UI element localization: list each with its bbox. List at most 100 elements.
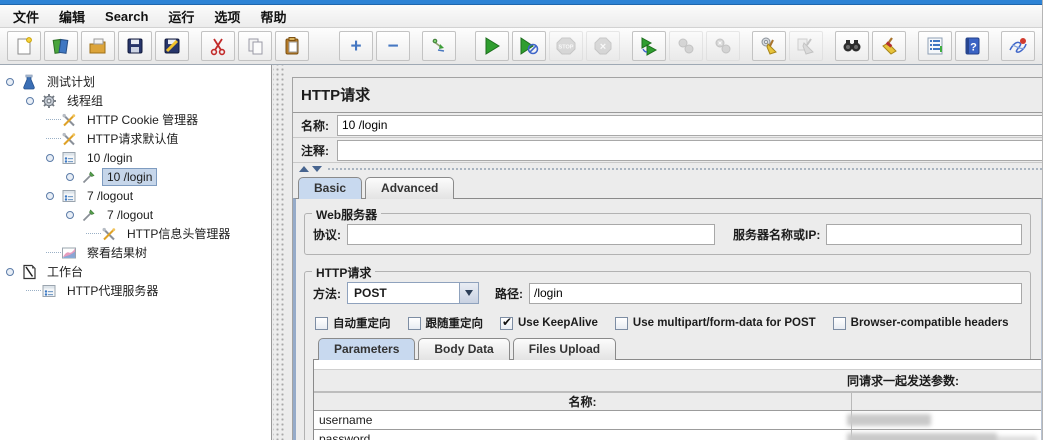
table-row-username[interactable]: username [314,411,1041,430]
splitter-dotted-line [328,167,1042,170]
http-sampler-icon [61,188,78,204]
new-file-icon [14,36,34,56]
toggle-icon [429,36,449,56]
tree-item-10-login-child-selected[interactable]: 10 /login [0,167,271,186]
tab-advanced[interactable]: Advanced [365,177,455,199]
open-button[interactable] [81,31,115,61]
graph-scribble-icon [1007,36,1029,56]
tree-item-http-cookie-manager[interactable]: HTTP Cookie 管理器 [0,110,271,129]
menu-help[interactable]: 帮助 [250,5,296,28]
tree-item-http-proxy-server[interactable]: HTTP代理服务器 [0,281,271,300]
tree-item-7-logout[interactable]: 7 /logout [0,186,271,205]
collapse-splitter[interactable] [293,163,1042,174]
tree-item-http-request-defaults[interactable]: HTTP请求默认值 [0,129,271,148]
collapse-up-icon[interactable] [299,165,309,172]
help-book-icon: ? [962,36,982,56]
name-input[interactable] [337,114,1042,136]
param-value-cell[interactable] [847,430,1041,440]
report-button[interactable] [1001,31,1035,61]
tree-item-http-header-manager[interactable]: HTTP信息头管理器 [0,224,271,243]
protocol-input[interactable] [347,224,715,245]
thread-group-icon [41,93,58,109]
param-name-cell[interactable]: password [314,430,852,440]
table-row-password[interactable]: password [314,430,1041,440]
collapse-down-icon[interactable] [312,165,322,172]
tab-body-data[interactable]: Body Data [418,338,510,360]
help-button[interactable]: ? [955,31,989,61]
config-tools-icon [101,226,118,242]
menu-file[interactable]: 文件 [3,5,49,28]
function-helper-button[interactable] [918,31,952,61]
browser-compatible-headers-checkbox[interactable]: Browser-compatible headers [832,316,1009,330]
svg-text:×: × [600,41,606,53]
method-label: 方法: [313,286,341,301]
expand-handle-icon [26,96,34,105]
tree-item-7-logout-child[interactable]: 7 /logout [0,205,271,224]
param-value-cell[interactable] [847,411,1041,429]
search-reset-button[interactable] [872,31,906,61]
templates-button[interactable] [44,31,78,61]
clear-all-broom-icon [795,36,817,56]
save-icon [125,36,145,56]
use-keepalive-checkbox[interactable]: Use KeepAlive [500,315,598,330]
redirect-automatically-checkbox[interactable]: 自动重定向 [315,315,391,331]
comment-input[interactable] [337,139,1042,161]
add-button[interactable]: + [339,31,373,61]
tab-parameters[interactable]: Parameters [318,338,416,360]
remote-shutdown-all-button[interactable] [706,31,740,61]
test-plan-icon [21,74,38,90]
remote-play-icon [639,36,659,56]
remote-start-all-button[interactable] [632,31,666,61]
clear-button[interactable] [752,31,786,61]
toggle-button[interactable] [422,31,456,61]
panel-splitter[interactable] [273,65,285,440]
shutdown-button[interactable]: × [586,31,620,61]
tree-item-thread-group[interactable]: 线程组 [0,91,271,110]
remote-shutdown-icon [713,36,733,56]
follow-redirects-checkbox[interactable]: 跟随重定向 [407,315,483,331]
menu-options[interactable]: 选项 [204,5,250,28]
multipart-form-data-checkbox[interactable]: Use multipart/form-data for POST [614,316,816,330]
clear-all-button[interactable] [789,31,823,61]
http-request-group: HTTP请求 方法: POST 路径: 自动重定向 跟随重定向 Use Kee [304,264,1041,440]
stop-button[interactable]: STOP [549,31,583,61]
path-input[interactable] [529,282,1022,304]
parameters-panel-spacer [314,360,1041,370]
server-name-input[interactable] [826,224,1022,245]
search-button[interactable] [835,31,869,61]
cut-button[interactable] [201,31,235,61]
tree-item-workbench[interactable]: 工作台 [0,262,271,281]
expand-handle-icon [46,153,54,162]
remove-button[interactable]: − [376,31,410,61]
tab-basic[interactable]: Basic [298,177,363,199]
tab-files-upload[interactable]: Files Upload [512,338,617,360]
menu-search[interactable]: Search [95,7,158,26]
tree-item-view-results-tree[interactable]: 察看结果树 [0,243,271,262]
column-header-name[interactable]: 名称: [314,393,852,410]
copy-button[interactable] [238,31,272,61]
parameters-table: 名称: username password [314,392,1041,440]
checkbox-icon [614,316,628,330]
save-as-icon [162,36,182,56]
tree-item-test-plan[interactable]: 测试计划 [0,72,271,91]
new-button[interactable] [7,31,41,61]
toolbar: + − STOP × ? [0,28,1042,65]
expand-handle-icon [66,172,74,181]
paste-button[interactable] [275,31,309,61]
basic-tab-panel: Web服务器 协议: 服务器名称或IP: HTTP请求 方法: POST 路径:… [293,198,1042,440]
menu-edit[interactable]: 编辑 [49,5,95,28]
start-button[interactable] [475,31,509,61]
name-row: 名称: [293,113,1042,138]
remote-stop-all-button[interactable] [669,31,703,61]
menu-run[interactable]: 运行 [158,5,204,28]
tree-item-10-login[interactable]: 10 /login [0,148,271,167]
save-as-button[interactable] [155,31,189,61]
combo-dropdown-button[interactable] [459,283,478,303]
column-header-value[interactable] [852,393,1041,410]
param-name-cell[interactable]: username [314,411,852,429]
method-select[interactable]: POST [347,282,479,304]
shutdown-octagon-icon: × [593,36,613,56]
start-no-pauses-button[interactable] [512,31,546,61]
svg-text:?: ? [970,42,977,54]
save-button[interactable] [118,31,152,61]
